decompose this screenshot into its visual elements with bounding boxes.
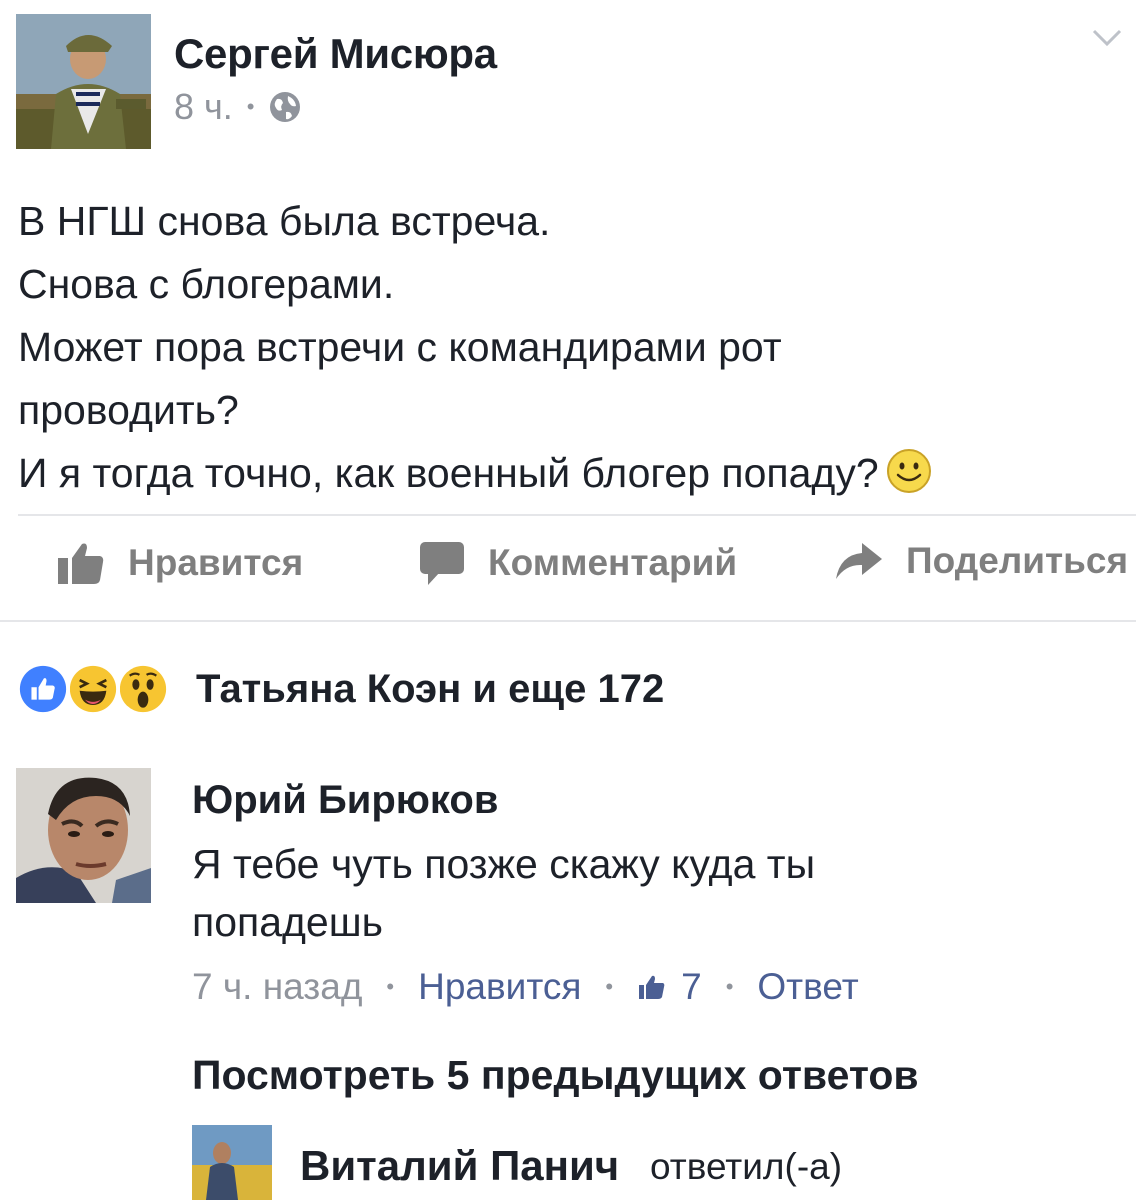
commenter-name[interactable]: Юрий Бирюков — [192, 778, 498, 823]
share-label: Поделиться — [906, 540, 1129, 581]
chevron-down-icon[interactable] — [1090, 20, 1124, 54]
small-thumbs-up-icon — [639, 975, 665, 999]
post-line-last: И я тогда точно, как военный блогер попа… — [18, 442, 1118, 505]
post-action-bar: Нравится Комментарий Поделиться — [0, 526, 1136, 612]
post-body: В НГШ снова была встреча. Снова с блогер… — [18, 190, 1118, 505]
divider — [0, 620, 1136, 622]
share-button[interactable]: Поделиться — [834, 540, 1128, 582]
commenter-avatar[interactable] — [16, 768, 151, 903]
reactions-summary[interactable]: Татьяна Коэн и еще 172 — [16, 660, 664, 718]
meta-separator: • — [386, 974, 395, 999]
like-reaction-icon — [16, 662, 70, 716]
globe-icon — [270, 92, 301, 122]
meta-separator: • — [605, 974, 614, 999]
smiley-icon — [886, 449, 931, 493]
comment-reply-link[interactable]: Ответ — [757, 966, 858, 1008]
comment-button[interactable]: Комментарий — [418, 540, 737, 586]
divider — [18, 514, 1136, 516]
meta-separator: • — [246, 94, 255, 119]
post-author-name[interactable]: Сергей Мисюра — [174, 30, 497, 78]
share-arrow-icon — [836, 543, 882, 579]
comment-icon — [420, 542, 464, 585]
reply-author-name[interactable]: Виталий Панич — [300, 1142, 619, 1190]
wow-reaction-icon — [116, 662, 170, 716]
comment-label: Комментарий — [488, 542, 738, 583]
reply-author-avatar[interactable] — [192, 1125, 272, 1200]
reactors-text[interactable]: Татьяна Коэн и еще 172 — [196, 667, 664, 712]
post-time[interactable]: 8 ч. — [174, 86, 233, 128]
like-button[interactable]: Нравится — [56, 540, 303, 586]
like-label: Нравится — [128, 542, 304, 583]
view-previous-replies-link[interactable]: Посмотреть 5 предыдущих ответов — [192, 1052, 919, 1099]
thumbs-up-icon — [58, 543, 104, 584]
comment-body: Я тебе чуть позже скажу куда ты попадешь — [192, 835, 1092, 951]
post-line: И я тогда точно, как военный блогер попа… — [18, 450, 879, 496]
post-line: В НГШ снова была встреча. — [18, 198, 551, 244]
comment-like-link[interactable]: Нравится — [418, 966, 581, 1008]
meta-separator: • — [725, 974, 734, 999]
author-avatar[interactable] — [16, 14, 151, 149]
comment-time: 7 ч. назад — [192, 966, 363, 1007]
reply-action-text: ответил(-а) — [650, 1146, 843, 1187]
comment-meta: 7 ч. назад • Нравится • 7 • Ответ — [192, 966, 859, 1008]
comment-like-count[interactable]: 7 — [681, 966, 702, 1008]
haha-reaction-icon — [66, 662, 120, 716]
post-line: Может пора встречи с командирами рот — [18, 324, 782, 370]
comment-line: Я тебе чуть позже скажу куда ты — [192, 841, 816, 887]
comment-line: попадешь — [192, 899, 383, 945]
post-line: Снова с блогерами. — [18, 261, 395, 307]
post-line: проводить? — [18, 387, 239, 433]
post-meta: 8 ч. • — [174, 86, 302, 128]
